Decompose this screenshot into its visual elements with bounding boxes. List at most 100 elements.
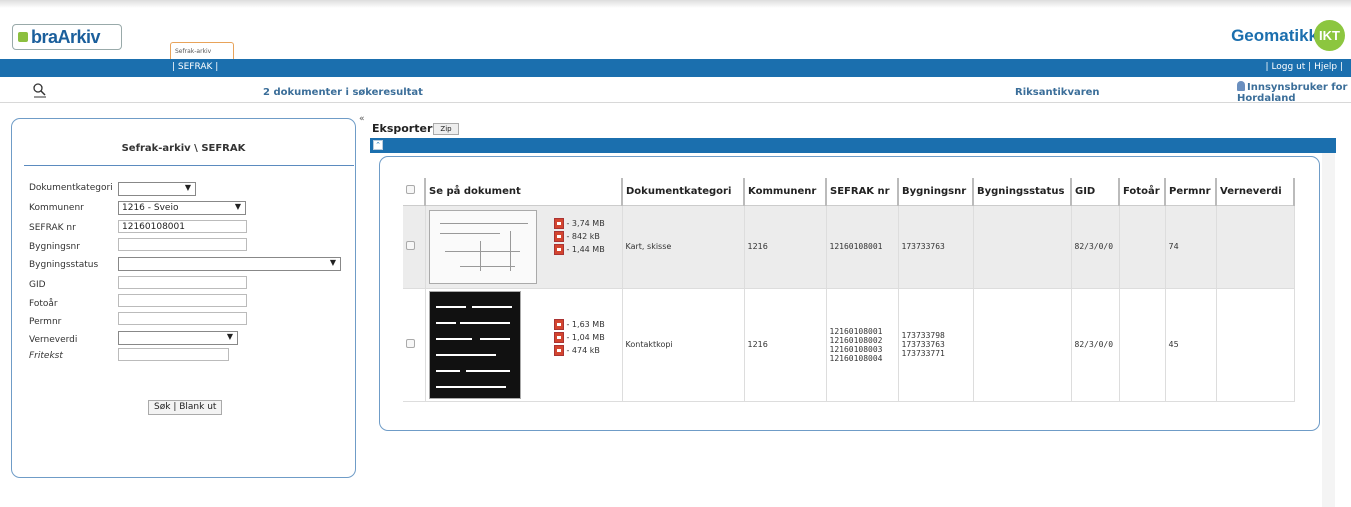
cell-bygningsnr: 173733763	[898, 205, 974, 289]
col-dokumentkategori[interactable]: Dokumentkategori	[622, 178, 745, 206]
person-icon	[1237, 81, 1245, 91]
file-size: - 1,44 MB	[566, 244, 605, 254]
export-label: Eksporter	[372, 122, 433, 135]
cell-permnr: 45	[1165, 288, 1217, 402]
label-bygningsstatus: Bygningsstatus	[29, 260, 99, 270]
double-chevron-left-icon[interactable]: «	[359, 114, 365, 124]
col-bygningsnr[interactable]: Bygningsnr	[898, 178, 974, 206]
cell-sefrak-nr: 12160108001 12160108002 12160108003 1216…	[826, 288, 899, 402]
cell-fotoar	[1119, 205, 1166, 289]
cell-permnr: 74	[1165, 205, 1217, 289]
verneverdi-select[interactable]: ▼	[118, 331, 238, 345]
pdf-file-icon	[553, 344, 564, 356]
select-all-checkbox[interactable]	[406, 185, 415, 195]
row-checkbox[interactable]	[406, 241, 415, 250]
table-header-row: Se på dokument Dokumentkategori Kommunen…	[403, 178, 1295, 206]
user-label: Innsynsbruker for Hordaland	[1237, 82, 1348, 104]
sefrak-nr-value: 12160108003	[829, 344, 883, 354]
magnifier-document-icon[interactable]	[32, 82, 48, 98]
document-preview-cell: - 1,63 MB - 1,04 MB - 474 kB	[425, 288, 623, 402]
row-checkbox[interactable]	[406, 339, 415, 348]
col-fotoar[interactable]: Fotoår	[1119, 178, 1166, 206]
cell-dokumentkategori: Kontaktkopi	[622, 288, 745, 402]
nav-logout-help[interactable]: | Logg ut | Hjelp |	[1266, 62, 1343, 72]
nav-item-sefrak[interactable]: | SEFRAK |	[172, 62, 218, 72]
zip-button[interactable]: Zip	[433, 123, 459, 135]
document-preview-cell: - 3,74 MB - 842 kB - 1,44 MB	[425, 205, 623, 289]
cell-bygningsstatus	[973, 288, 1072, 402]
col-verneverdi[interactable]: Verneverdi	[1216, 178, 1295, 206]
cell-bygningsnr: 173733798 173733763 173733771	[898, 288, 974, 402]
braarkiv-logo[interactable]: braArkiv	[12, 24, 122, 50]
label-kommunenr: Kommunenr	[29, 203, 84, 213]
permnr-input[interactable]	[118, 312, 247, 325]
cell-fotoar	[1119, 288, 1166, 402]
search-button[interactable]: Søk	[154, 402, 170, 412]
pdf-link[interactable]: - 474 kB	[553, 344, 605, 356]
clear-button[interactable]: Blank ut	[179, 402, 216, 412]
bygningsnr-value: 173733763	[901, 340, 945, 349]
cell-kommunenr: 1216	[744, 288, 827, 402]
pdf-list: - 3,74 MB - 842 kB - 1,44 MB	[553, 217, 605, 255]
bygningsnr-value: 173733763	[901, 242, 945, 251]
bygningsnr-input[interactable]	[118, 238, 247, 251]
result-count: 2 dokumenter i søkeresultat	[263, 87, 423, 98]
pdf-link[interactable]: - 3,74 MB	[553, 217, 605, 229]
document-thumbnail[interactable]	[428, 290, 521, 399]
col-kommunenr[interactable]: Kommunenr	[744, 178, 827, 206]
cell-kommunenr: 1216	[744, 205, 827, 289]
divider	[24, 165, 354, 166]
brand-badge: IKT	[1314, 20, 1345, 51]
logo-mark-icon	[18, 32, 28, 42]
button-separator: |	[173, 402, 177, 412]
search-buttons: Søk | Blank ut	[148, 400, 223, 415]
chevron-down-icon: ▼	[184, 183, 191, 192]
pdf-link[interactable]: - 1,63 MB	[553, 318, 605, 330]
top-edge	[0, 0, 1351, 8]
dokumentkategori-select[interactable]: ▼	[118, 182, 196, 196]
search-panel: Sefrak-arkiv \ SEFRAK Dokumentkategori ▼…	[11, 118, 356, 478]
pdf-link[interactable]: - 1,44 MB	[553, 243, 605, 255]
pdf-list: - 1,63 MB - 1,04 MB - 474 kB	[553, 318, 605, 356]
page-scrollbar[interactable]	[1322, 153, 1335, 507]
user-name[interactable]: Innsynsbruker for Hordaland	[1237, 81, 1351, 104]
gid-input[interactable]	[118, 276, 247, 289]
file-size: - 474 kB	[566, 345, 600, 355]
sefrak-nr-value: 12160108004	[829, 353, 883, 363]
chevron-down-icon: ▼	[329, 258, 336, 267]
cell-bygningsstatus	[973, 205, 1072, 289]
results-table: Se på dokument Dokumentkategori Kommunen…	[403, 178, 1295, 402]
label-fotoar: Fotoår	[29, 299, 58, 309]
cell-sefrak-nr: 12160108001	[826, 205, 899, 289]
sefrak-nr-input[interactable]: 12160108001	[118, 220, 247, 233]
double-chevron-up-icon[interactable]: ⌃	[373, 140, 383, 150]
col-gid[interactable]: GID	[1071, 178, 1120, 206]
info-bar: 2 dokumenter i søkeresultat Riksantikvar…	[0, 79, 1351, 104]
agency-name: Riksantikvaren	[1015, 87, 1100, 98]
file-size: - 1,63 MB	[566, 319, 605, 329]
col-se-pa-dokument[interactable]: Se på dokument	[425, 178, 623, 206]
pdf-link[interactable]: - 842 kB	[553, 230, 605, 242]
pdf-file-icon	[553, 243, 564, 255]
col-bygningsstatus[interactable]: Bygningsstatus	[973, 178, 1072, 206]
cell-dokumentkategori: Kart, skisse	[622, 205, 745, 289]
kommunenr-select[interactable]: 1216 - Sveio ▼	[118, 201, 246, 215]
table-row[interactable]: - 1,63 MB - 1,04 MB - 474 kB Kontaktkopi…	[403, 288, 1295, 402]
table-row[interactable]: - 3,74 MB - 842 kB - 1,44 MB Kart, skiss…	[403, 205, 1295, 289]
label-verneverdi: Verneverdi	[29, 335, 78, 345]
pdf-link[interactable]: - 1,04 MB	[553, 331, 605, 343]
sefrak-nr-value: 12160108001	[829, 326, 883, 336]
fotoar-input[interactable]	[118, 294, 247, 307]
col-select-all[interactable]	[403, 178, 426, 206]
document-thumbnail[interactable]	[428, 209, 537, 284]
col-sefrak-nr[interactable]: SEFRAK nr	[826, 178, 899, 206]
pdf-file-icon	[553, 230, 564, 242]
sefrak-nr-value: 12160108001	[829, 242, 883, 251]
tab-sefrak-arkiv[interactable]: Sefrak-arkiv	[170, 42, 234, 59]
pdf-file-icon	[553, 217, 564, 229]
file-size: - 842 kB	[566, 231, 600, 241]
fritekst-input[interactable]	[118, 348, 229, 361]
col-permnr[interactable]: Permnr	[1165, 178, 1217, 206]
bygningsstatus-select[interactable]: ▼	[118, 257, 341, 271]
panel-title: Sefrak-arkiv \ SEFRAK	[121, 143, 246, 154]
